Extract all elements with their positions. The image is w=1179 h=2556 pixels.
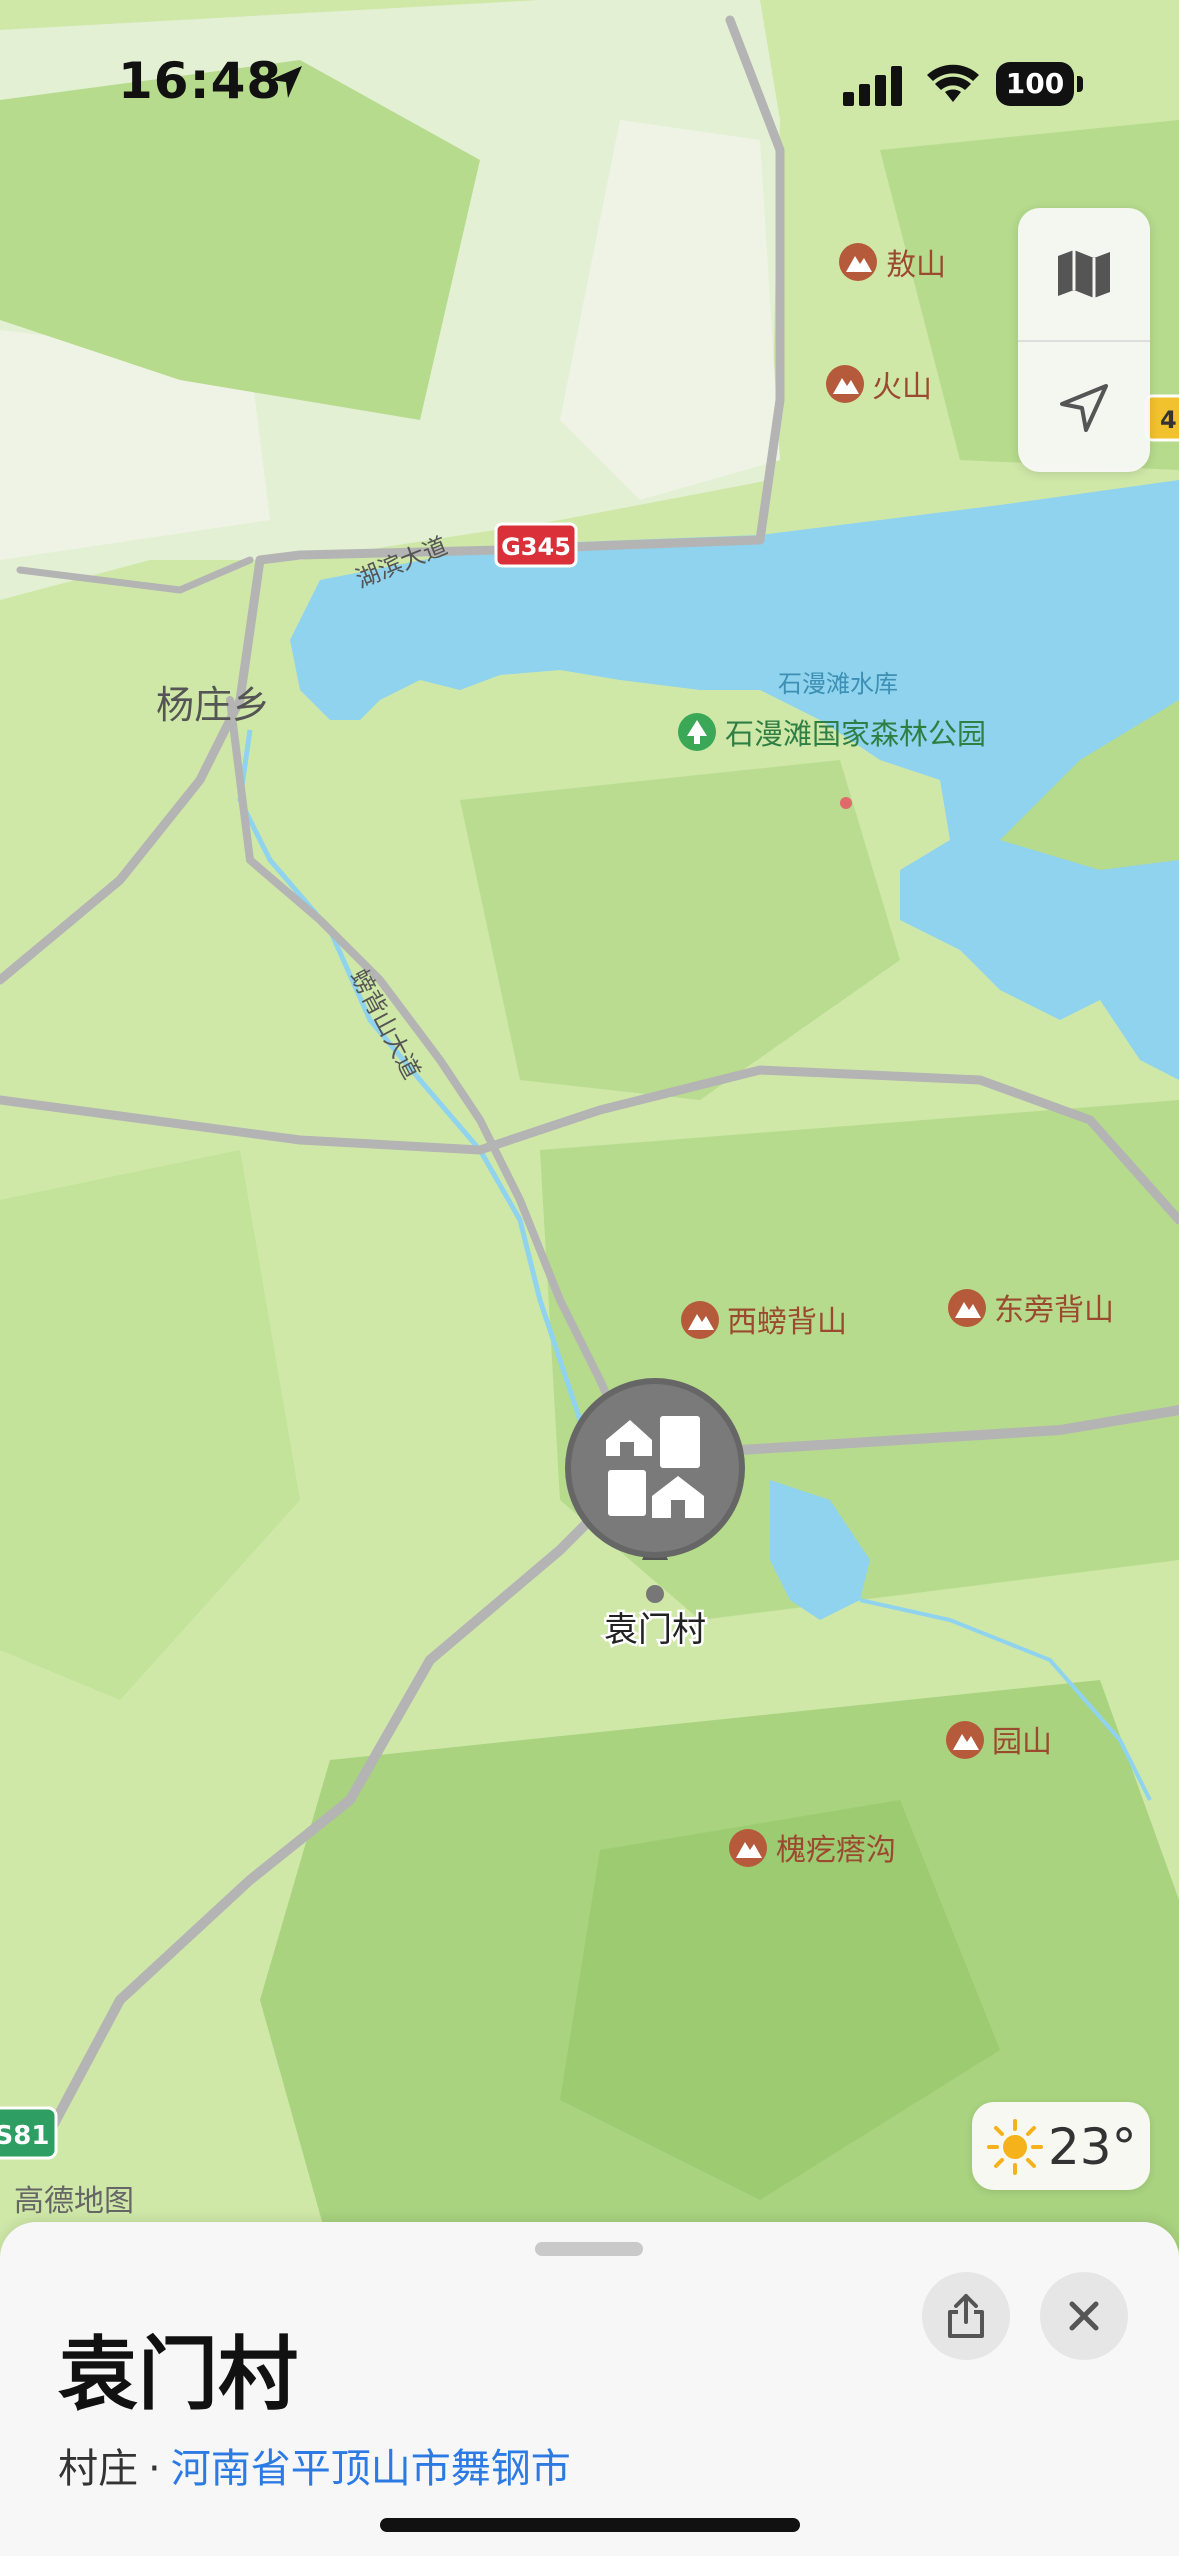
route-g345-label: G345 xyxy=(501,533,571,561)
route-s81-label: S81 xyxy=(0,2121,49,2151)
place-label-yangzhuang: 杨庄乡 xyxy=(156,683,270,727)
sun-icon xyxy=(987,2119,1043,2175)
share-button[interactable] xyxy=(922,2272,1010,2360)
location-arrow-outline-icon xyxy=(1060,384,1108,432)
home-indicator[interactable] xyxy=(380,2518,800,2532)
map-icon xyxy=(1058,250,1110,298)
weather-temperature: 23° xyxy=(1048,2118,1137,2176)
sheet-grabber[interactable] xyxy=(535,2242,643,2256)
map-attribution: 高德地图 xyxy=(14,2184,134,2219)
place-category: 村庄 xyxy=(58,2446,138,2492)
poi-label-yuanshan: 园山 xyxy=(992,1725,1052,1760)
subtitle-separator: · xyxy=(148,2446,161,2492)
route-edge-label: 41 xyxy=(1160,406,1179,434)
poi-label-xipangbeishan: 西螃背山 xyxy=(727,1305,847,1340)
current-location-button[interactable] xyxy=(1018,342,1150,474)
poi-aoshan[interactable]: 敖山 xyxy=(839,243,946,283)
close-icon xyxy=(1069,2301,1099,2331)
status-bar: 16:48 100 xyxy=(0,0,1179,150)
poi-huaigegou[interactable]: 槐疙瘩沟 xyxy=(729,1829,896,1868)
poi-xipangbeishan[interactable]: 西螃背山 xyxy=(681,1301,847,1340)
map-controls xyxy=(1018,208,1150,472)
location-arrow-icon xyxy=(270,66,302,98)
wifi-icon xyxy=(927,64,979,102)
pin-label: 袁门村 xyxy=(604,1610,706,1650)
water-label-reservoir: 石漫滩水库 xyxy=(778,670,898,698)
place-region-link[interactable]: 河南省平顶山市舞钢市 xyxy=(171,2446,571,2492)
poi-forest-park[interactable]: 石漫滩国家森林公园 xyxy=(678,713,986,751)
weather-badge: 23° xyxy=(972,2102,1150,2190)
place-title: 袁门村 xyxy=(58,2328,298,2421)
place-sheet[interactable]: 袁门村 村庄 · 河南省平顶山市舞钢市 xyxy=(0,2222,1179,2556)
poi-label-aoshan: 敖山 xyxy=(886,248,946,283)
route-shield-edge: 41 xyxy=(1144,394,1179,442)
cellular-signal-icon xyxy=(843,66,902,106)
route-shield-g345: G345 xyxy=(494,522,578,568)
place-subtitle: 村庄 · 河南省平顶山市舞钢市 xyxy=(58,2436,571,2494)
status-time: 16:48 xyxy=(118,52,283,110)
poi-label-dongpangbeishan: 东旁背山 xyxy=(994,1293,1114,1328)
small-poi-dot xyxy=(840,797,852,809)
poi-label-huoshan: 火山 xyxy=(872,370,932,405)
share-icon xyxy=(948,2294,984,2338)
poi-label-huaigegou: 槐疙瘩沟 xyxy=(776,1833,896,1868)
route-shield-s81: S81 xyxy=(0,2106,58,2160)
battery-cap xyxy=(1077,76,1083,92)
close-button[interactable] xyxy=(1040,2272,1128,2360)
poi-label-forest-park: 石漫滩国家森林公园 xyxy=(725,717,986,751)
battery-indicator: 100 xyxy=(996,62,1074,106)
map-mode-button[interactable] xyxy=(1018,208,1150,340)
poi-huoshan[interactable]: 火山 xyxy=(826,365,932,405)
poi-dongpangbeishan[interactable]: 东旁背山 xyxy=(948,1289,1114,1328)
poi-yuanshan[interactable]: 园山 xyxy=(946,1721,1052,1760)
